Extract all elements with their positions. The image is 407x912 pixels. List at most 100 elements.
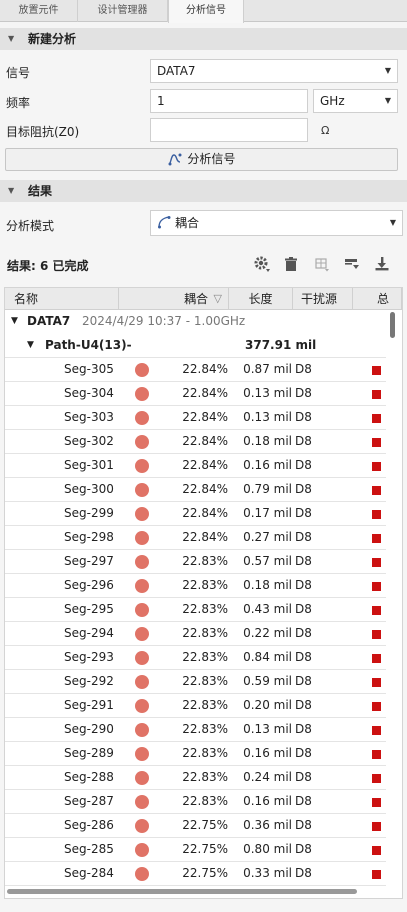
segment-row[interactable]: Seg-291 22.83% 0.20 mil D8 [5,694,386,718]
gear-icon[interactable] [252,254,272,274]
segment-row[interactable]: Seg-289 22.83% 0.16 mil D8 [5,742,386,766]
severity-marker-icon [372,774,381,783]
col-name[interactable]: 名称 [5,288,119,310]
grid-header: 名称 耦合 ▽ 长度 干扰源 总 [5,288,402,310]
col-aggressor[interactable]: 干扰源 [293,288,353,310]
segment-coupling: 22.84% [182,530,228,544]
segment-row[interactable]: Seg-285 22.75% 0.80 mil D8 [5,838,386,862]
tab-analyze-signal[interactable]: 分析信号 [168,0,244,23]
segment-name: Seg-300 [64,482,114,496]
path-row[interactable]: ▼ Path-U4(13)- 377.91 mil [5,334,386,358]
segment-coupling: 22.83% [182,626,228,640]
segment-row[interactable]: Seg-303 22.84% 0.13 mil D8 [5,406,386,430]
analysis-mode-select[interactable]: 耦合 ▼ [150,210,403,236]
severity-marker-icon [372,678,381,687]
segment-row[interactable]: Seg-286 22.75% 0.36 mil D8 [5,814,386,838]
segment-row[interactable]: Seg-287 22.83% 0.16 mil D8 [5,790,386,814]
segment-name: Seg-291 [64,698,114,712]
table-icon[interactable] [312,254,332,274]
analyze-signal-button[interactable]: 分析信号 [5,148,398,171]
segment-aggressor: D8 [295,362,312,376]
frequency-input[interactable]: 1 [150,89,308,113]
severity-marker-icon [372,390,381,399]
vertical-scrollbar[interactable] [388,310,398,885]
segment-row[interactable]: Seg-297 22.83% 0.57 mil D8 [5,550,386,574]
results-header[interactable]: ▼ 结果 [0,180,407,202]
segment-name: Seg-302 [64,434,114,448]
segment-aggressor: D8 [295,626,312,640]
horizontal-scrollbar[interactable] [7,889,357,894]
segment-length: 0.20 mil [243,698,292,712]
segment-row[interactable]: Seg-293 22.83% 0.84 mil D8 [5,646,386,670]
segment-row[interactable]: Seg-295 22.83% 0.43 mil D8 [5,598,386,622]
segment-row[interactable]: Seg-296 22.83% 0.18 mil D8 [5,574,386,598]
results-toolbar: 结果: 6 已完成 [0,250,407,278]
impedance-input[interactable] [150,118,308,142]
segment-coupling: 22.83% [182,650,228,664]
segment-name: Seg-292 [64,674,114,688]
segment-row[interactable]: Seg-288 22.83% 0.24 mil D8 [5,766,386,790]
segment-aggressor: D8 [295,410,312,424]
segment-length: 0.13 mil [243,410,292,424]
download-icon[interactable] [372,254,392,274]
coupling-icon [158,216,171,229]
export-icon[interactable] [342,254,362,274]
segment-aggressor: D8 [295,458,312,472]
segment-length: 0.33 mil [243,866,292,880]
segment-row[interactable]: Seg-304 22.84% 0.13 mil D8 [5,382,386,406]
new-analysis-header[interactable]: ▼ 新建分析 [0,28,407,50]
coupling-status-icon [135,555,149,569]
col-coupling[interactable]: 耦合 ▽ [119,288,229,310]
coupling-status-icon [135,459,149,473]
severity-marker-icon [372,510,381,519]
segment-row[interactable]: Seg-284 22.75% 0.33 mil D8 [5,862,386,886]
segment-coupling: 22.83% [182,746,228,760]
segment-coupling: 22.83% [182,770,228,784]
segment-length: 0.16 mil [243,746,292,760]
segment-row[interactable]: Seg-292 22.83% 0.59 mil D8 [5,670,386,694]
segment-length: 0.24 mil [243,770,292,784]
tab-place-components[interactable]: 放置元件 [0,0,78,22]
segment-aggressor: D8 [295,722,312,736]
col-total[interactable]: 总 [353,288,402,310]
segment-row[interactable]: Seg-290 22.83% 0.13 mil D8 [5,718,386,742]
col-length[interactable]: 长度 [229,288,293,310]
severity-marker-icon [372,870,381,879]
segment-row[interactable]: Seg-301 22.84% 0.16 mil D8 [5,454,386,478]
segment-row[interactable]: Seg-299 22.84% 0.17 mil D8 [5,502,386,526]
segment-length: 0.18 mil [243,578,292,592]
trash-icon[interactable] [281,254,301,274]
coupling-status-icon [135,843,149,857]
severity-marker-icon [372,630,381,639]
tab-design-manager[interactable]: 设计管理器 [78,0,168,22]
coupling-status-icon [135,699,149,713]
segment-row[interactable]: Seg-305 22.84% 0.87 mil D8 [5,358,386,382]
analysis-mode-value: 耦合 [175,216,200,230]
segment-name: Seg-303 [64,410,114,424]
segment-row[interactable]: Seg-300 22.84% 0.79 mil D8 [5,478,386,502]
severity-marker-icon [372,558,381,567]
signal-label: 信号 [6,66,31,80]
coupling-status-icon [135,603,149,617]
segment-name: Seg-287 [64,794,114,808]
results-grid[interactable]: 名称 耦合 ▽ 长度 干扰源 总 ▼ DATA7 2024/4/29 10:37… [4,287,403,899]
segment-aggressor: D8 [295,506,312,520]
impedance-unit: Ω [321,124,330,137]
coupling-status-icon [135,819,149,833]
segment-length: 0.18 mil [243,434,292,448]
segment-row[interactable]: Seg-302 22.84% 0.18 mil D8 [5,430,386,454]
analysis-mode-label: 分析模式 [6,219,55,233]
coupling-status-icon [135,627,149,641]
vertical-scroll-thumb[interactable] [390,312,395,338]
group-row[interactable]: ▼ DATA7 2024/4/29 10:37 - 1.00GHz [5,310,386,334]
segment-length: 0.13 mil [243,386,292,400]
segment-row[interactable]: Seg-294 22.83% 0.22 mil D8 [5,622,386,646]
signal-select[interactable]: DATA7 ▼ [150,59,398,83]
segment-length: 0.36 mil [243,818,292,832]
group-name: DATA7 [27,314,71,328]
segment-row[interactable]: Seg-298 22.84% 0.27 mil D8 [5,526,386,550]
segment-aggressor: D8 [295,530,312,544]
frequency-unit-select[interactable]: GHz ▼ [313,89,398,113]
coupling-status-icon [135,771,149,785]
segment-aggressor: D8 [295,794,312,808]
